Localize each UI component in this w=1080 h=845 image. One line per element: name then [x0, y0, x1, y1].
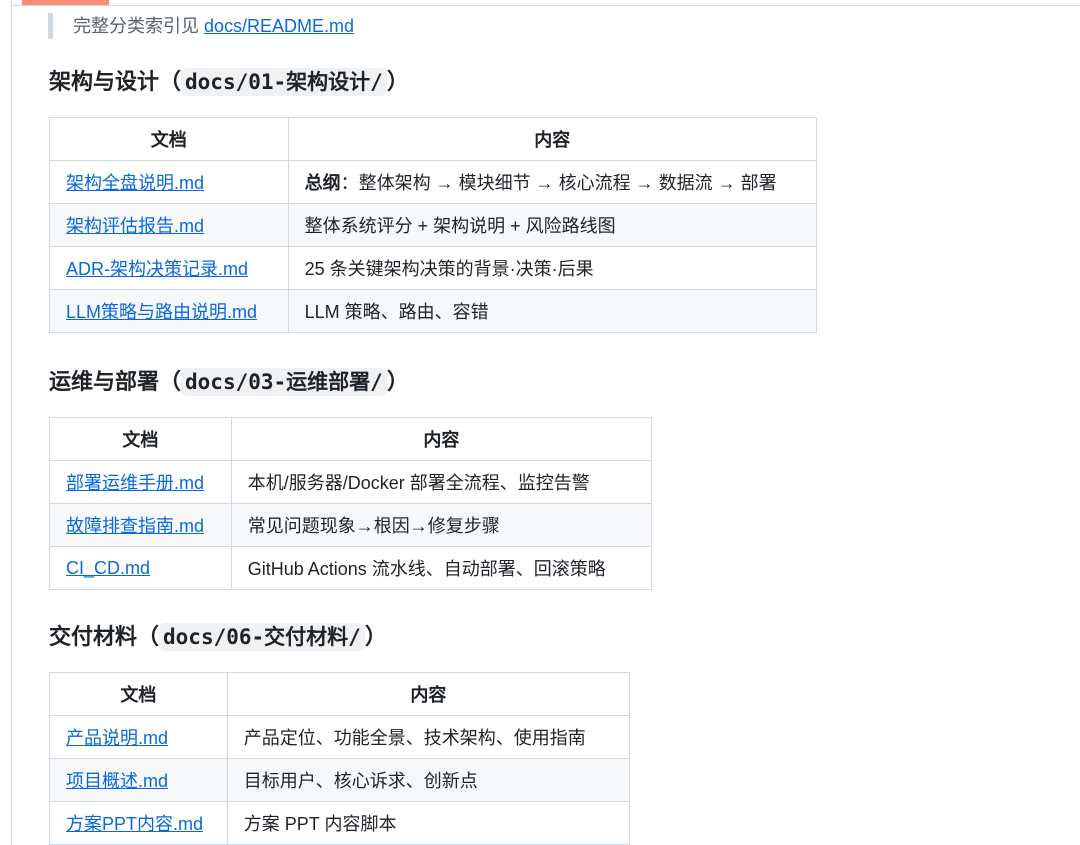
- heading-text-end: ）: [364, 624, 387, 649]
- doc-link[interactable]: 架构全盘说明.md: [66, 173, 204, 193]
- heading-text-end: ）: [386, 369, 409, 394]
- description-bold: 总纲: [304, 173, 341, 193]
- readme-link[interactable]: docs/README.md: [204, 16, 354, 36]
- doc-description: 本机/服务器/Docker 部署全流程、监控告警: [230, 460, 653, 504]
- table-row: 架构全盘说明.md 总纲：整体架构 → 模块细节 → 核心流程 → 数据流 → …: [49, 160, 818, 204]
- doc-description: 方案 PPT 内容脚本: [226, 801, 631, 845]
- page-border: [11, 0, 12, 845]
- table-row: 项目概述.md 目标用户、核心诉求、创新点: [49, 758, 631, 802]
- page-border-top: [11, 5, 1080, 6]
- doc-link[interactable]: ADR-架构决策记录.md: [66, 259, 248, 279]
- section-heading-deliverables: 交付材料（ docs/06-交付材料/）: [49, 621, 387, 653]
- table-row: 架构评估报告.md 整体系统评分 + 架构说明 + 风险路线图: [49, 203, 818, 247]
- doc-description: 整体系统评分 + 架构说明 + 风险路线图: [287, 203, 818, 247]
- column-header-content: 内容: [230, 417, 653, 461]
- heading-text-end: ）: [386, 69, 409, 94]
- doc-link[interactable]: 项目概述.md: [66, 771, 168, 791]
- table-row: CI_CD.md GitHub Actions 流水线、自动部署、回滚策略: [49, 546, 653, 590]
- table-row: LLM策略与路由说明.md LLM 策略、路由、容错: [49, 289, 818, 333]
- doc-description: 总纲：整体架构 → 模块细节 → 核心流程 → 数据流 → 部署: [287, 160, 818, 204]
- operations-docs-table: 文档 内容 部署运维手册.md 本机/服务器/Docker 部署全流程、监控告警…: [49, 417, 653, 590]
- heading-path: docs/06-交付材料/: [159, 623, 365, 651]
- doc-description: 常见问题现象→根因→修复步骤: [230, 503, 653, 547]
- doc-description: 目标用户、核心诉求、创新点: [226, 758, 631, 802]
- doc-description: 25 条关键架构决策的背景·决策·后果: [287, 246, 818, 290]
- doc-link[interactable]: 部署运维手册.md: [66, 473, 204, 493]
- column-header-content: 内容: [287, 117, 818, 161]
- heading-text: 运维与部署（: [49, 369, 182, 394]
- doc-description: 产品定位、功能全景、技术架构、使用指南: [226, 715, 631, 759]
- table-row: 方案PPT内容.md 方案 PPT 内容脚本: [49, 801, 631, 845]
- heading-text: 交付材料（: [49, 624, 160, 649]
- heading-text: 架构与设计（: [49, 69, 182, 94]
- doc-link[interactable]: 方案PPT内容.md: [66, 814, 203, 834]
- doc-link[interactable]: 架构评估报告.md: [66, 216, 204, 236]
- column-header-content: 内容: [226, 672, 631, 716]
- table-header-row: 文档 内容: [49, 672, 631, 716]
- table-header-row: 文档 内容: [49, 117, 818, 161]
- heading-path: docs/03-运维部署/: [181, 368, 387, 396]
- doc-description: LLM 策略、路由、容错: [287, 289, 818, 333]
- table-row: 产品说明.md 产品定位、功能全景、技术架构、使用指南: [49, 715, 631, 759]
- blockquote-text: 完整分类索引见: [73, 16, 205, 36]
- doc-link[interactable]: 故障排查指南.md: [66, 516, 204, 536]
- table-row: 故障排查指南.md 常见问题现象→根因→修复步骤: [49, 503, 653, 547]
- doc-description: GitHub Actions 流水线、自动部署、回滚策略: [230, 546, 653, 590]
- table-row: 部署运维手册.md 本机/服务器/Docker 部署全流程、监控告警: [49, 460, 653, 504]
- doc-link[interactable]: 产品说明.md: [66, 728, 168, 748]
- section-heading-operations: 运维与部署（ docs/03-运维部署/）: [49, 366, 409, 398]
- index-blockquote: 完整分类索引见 docs/README.md: [48, 13, 354, 39]
- architecture-docs-table: 文档 内容 架构全盘说明.md 总纲：整体架构 → 模块细节 → 核心流程 → …: [49, 117, 818, 333]
- section-heading-architecture: 架构与设计（ docs/01-架构设计/）: [49, 66, 409, 98]
- active-tab-indicator: [22, 0, 109, 5]
- column-header-doc: 文档: [49, 417, 232, 461]
- deliverables-docs-table: 文档 内容 产品说明.md 产品定位、功能全景、技术架构、使用指南 项目概述.m…: [49, 672, 631, 845]
- column-header-doc: 文档: [49, 672, 228, 716]
- doc-link[interactable]: CI_CD.md: [66, 558, 150, 578]
- description-text: ：整体架构 → 模块细节 → 核心流程 → 数据流 → 部署: [340, 173, 777, 193]
- doc-link[interactable]: LLM策略与路由说明.md: [66, 302, 257, 322]
- heading-path: docs/01-架构设计/: [181, 68, 387, 96]
- table-header-row: 文档 内容: [49, 417, 653, 461]
- table-row: ADR-架构决策记录.md 25 条关键架构决策的背景·决策·后果: [49, 246, 818, 290]
- column-header-doc: 文档: [49, 117, 289, 161]
